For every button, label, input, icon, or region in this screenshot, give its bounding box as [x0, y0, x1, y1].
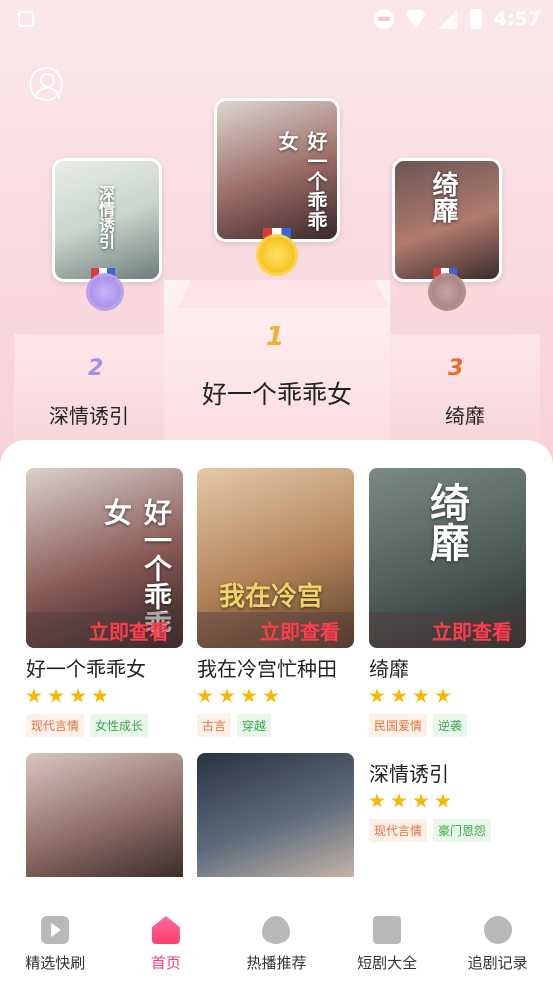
- star-icon: [391, 793, 407, 808]
- star-icon: [413, 688, 429, 703]
- star-icon: [241, 688, 257, 703]
- poster-title-text: 深情诱引: [96, 185, 115, 249]
- bronze-medal-icon: [431, 276, 463, 308]
- drama-title: 绮靡: [369, 657, 409, 681]
- nav-label: 精选快刷: [25, 954, 86, 972]
- genre-tag: 逆袭: [433, 714, 468, 737]
- poster-title-text: 我在冷宫: [219, 582, 324, 612]
- drama-card[interactable]: [197, 753, 354, 877]
- star-icon: [413, 793, 429, 808]
- podium-poster-1[interactable]: 好一个乖乖女: [214, 98, 340, 242]
- podium-block-3-top: [384, 334, 534, 354]
- rating-stars: [26, 688, 183, 704]
- star-icon: [70, 688, 86, 703]
- nav-label: 热播推荐: [246, 954, 307, 972]
- star-icon: [435, 688, 451, 703]
- genre-tag: 现代言情: [26, 714, 85, 737]
- play-icon: [41, 916, 70, 944]
- rank-number-1: 1: [266, 322, 285, 352]
- view-now-button[interactable]: 立即查看: [369, 612, 526, 648]
- star-icon: [369, 688, 385, 703]
- podium-title-3[interactable]: 绮靡: [390, 400, 540, 429]
- star-icon: [92, 688, 108, 703]
- drama-cover[interactable]: [197, 753, 354, 877]
- drama-title: 好一个乖乖女: [26, 657, 146, 681]
- fire-icon: [262, 916, 291, 944]
- genre-tag: 古言: [197, 714, 232, 737]
- tv-icon: [373, 916, 402, 944]
- drama-card[interactable]: 深情诱引 现代言情 豪门恩怨: [369, 753, 526, 842]
- star-icon: [219, 688, 235, 703]
- drama-cover[interactable]: 我在冷宫 立即查看: [197, 468, 354, 648]
- home-icon: [151, 916, 180, 944]
- drama-card[interactable]: 我在冷宫 立即查看 我在冷宫忙种田 古言 穿越: [197, 468, 354, 737]
- poster-title-text: 绮靡: [423, 482, 470, 562]
- genre-tag: 女性成长: [90, 714, 149, 737]
- status-time: 4:57: [493, 8, 541, 30]
- drama-cover[interactable]: [26, 753, 183, 877]
- star-icon: [369, 793, 385, 808]
- nav-item-history[interactable]: 追剧记录: [442, 900, 553, 983]
- battery-icon: [469, 9, 482, 29]
- star-icon: [435, 793, 451, 808]
- gold-medal-icon: [259, 237, 295, 273]
- view-now-button[interactable]: 立即查看: [26, 612, 183, 648]
- rating-stars: [197, 688, 354, 704]
- poster-title-text: 好一个乖乖女: [275, 131, 328, 231]
- nav-item-quick-picks[interactable]: 精选快刷: [0, 900, 111, 983]
- drama-cover[interactable]: 好一个乖乖女 立即查看: [26, 468, 183, 648]
- star-icon: [48, 688, 64, 703]
- status-bar: 4:57: [0, 0, 553, 38]
- dnd-icon: [373, 9, 394, 29]
- star-icon: [197, 688, 213, 703]
- rating-stars: [369, 793, 526, 809]
- drama-title: 深情诱引: [369, 762, 449, 786]
- drama-card[interactable]: 绮靡 立即查看 绮靡 民国爱情 逆袭: [369, 468, 526, 737]
- silver-medal-icon: [89, 276, 121, 308]
- podium-block-1-top: [178, 280, 388, 308]
- nav-item-trending[interactable]: 热播推荐: [221, 900, 332, 983]
- drama-title: 我在冷宫忙种田: [197, 657, 337, 681]
- drama-card[interactable]: 好一个乖乖女 立即查看 好一个乖乖女 现代言情 女性成长: [26, 468, 183, 737]
- clock-icon: [483, 916, 512, 944]
- drama-card[interactable]: [26, 753, 183, 877]
- podium-title-2[interactable]: 深情诱引: [14, 400, 164, 429]
- podium-poster-3[interactable]: 绮靡: [392, 158, 502, 282]
- nav-item-home[interactable]: 首页: [111, 900, 222, 983]
- bottom-nav: 精选快刷 首页 热播推荐 短剧大全 追剧记录: [0, 900, 553, 983]
- nav-label: 短剧大全: [357, 954, 418, 972]
- drama-cover[interactable]: 绮靡 立即查看: [369, 468, 526, 648]
- view-now-button[interactable]: 立即查看: [197, 612, 354, 648]
- app-a-icon: [18, 11, 34, 27]
- star-icon: [263, 688, 279, 703]
- nav-label: 追剧记录: [467, 954, 528, 972]
- rating-stars: [369, 688, 526, 704]
- wifi-icon: [405, 10, 426, 29]
- genre-tag: 穿越: [237, 714, 272, 737]
- genre-tag: 豪门恩怨: [433, 819, 492, 842]
- genre-tag: 民国爱情: [369, 714, 428, 737]
- podium-title-1[interactable]: 好一个乖乖女: [164, 375, 390, 411]
- podium-block-2-top: [22, 334, 172, 354]
- rank-number-2: 2: [88, 356, 104, 381]
- user-avatar-icon[interactable]: [29, 67, 63, 101]
- podium-poster-2[interactable]: 深情诱引: [52, 158, 162, 282]
- no-signal-icon: [437, 9, 458, 29]
- star-icon: [26, 688, 42, 703]
- nav-item-all-dramas[interactable]: 短剧大全: [332, 900, 443, 983]
- rank-number-3: 3: [448, 356, 464, 381]
- genre-tag: 现代言情: [369, 819, 428, 842]
- star-icon: [391, 688, 407, 703]
- nav-label: 首页: [150, 954, 181, 972]
- poster-title-text: 绮靡: [428, 171, 458, 223]
